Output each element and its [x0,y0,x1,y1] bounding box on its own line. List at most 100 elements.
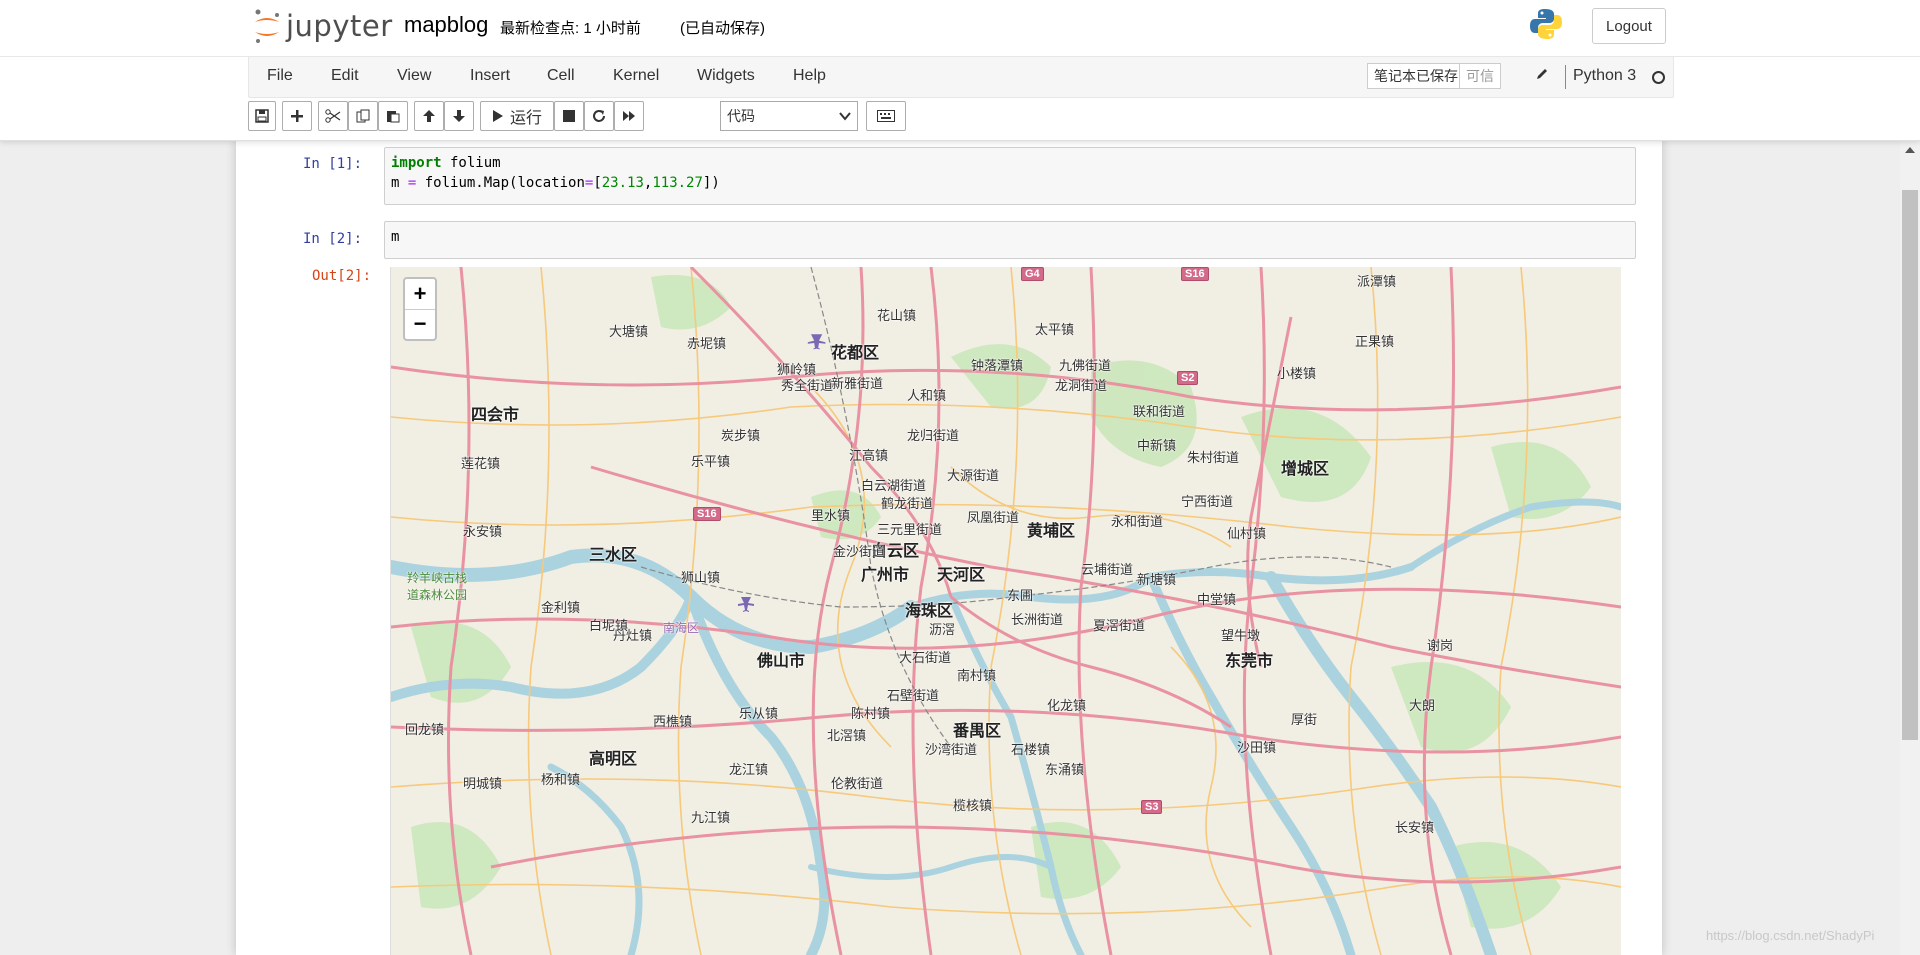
scrollbar-thumb[interactable] [1902,190,1918,740]
map-label: 明城镇 [463,776,503,791]
menu-help[interactable]: Help [793,67,826,85]
map-label: 龙归街道 [907,428,960,443]
menubar: File Edit View Insert Cell Kernel Widget… [248,56,1674,98]
notebook-header: jupyter mapblog 最新检查点: 1 小时前 (已自动保存) Log… [0,0,1920,141]
road-shield: S16 [693,507,721,521]
map-label: 秀全街道 [781,378,834,393]
map-label: 望牛墩 [1221,628,1261,643]
paste-icon [387,111,400,123]
python-logo-icon [1528,6,1564,47]
move-down-button[interactable] [444,101,474,131]
copy-button[interactable] [348,101,378,131]
insert-cell-button[interactable] [282,101,312,131]
cell-2-input[interactable]: m [384,221,1636,259]
map-label-zengcheng: 增城区 [1281,461,1330,478]
map-label: 云埔街道 [1081,562,1134,577]
map-label: 白云湖街道 [861,478,927,493]
vertical-scrollbar[interactable] [1900,140,1920,955]
map-label: 中堂镇 [1197,592,1237,607]
menu-view[interactable]: View [397,67,431,85]
play-icon [492,110,503,122]
map-label: 中新镇 [1137,438,1177,453]
map-label: 西樵镇 [653,714,693,729]
paste-button[interactable] [378,101,408,131]
map-label: 厚街 [1291,712,1318,727]
floppy-icon [255,109,269,123]
stop-icon [563,110,575,122]
pencil-icon[interactable] [1535,67,1549,86]
command-palette-button[interactable] [866,101,906,131]
jupyter-logo-icon [255,9,279,43]
copy-icon [356,109,370,123]
map-label: 乐从镇 [739,706,779,721]
scroll-up-arrow-icon[interactable] [1904,146,1916,154]
arrow-down-icon [453,110,465,122]
menu-kernel[interactable]: Kernel [613,67,659,85]
map-label: 榄核镇 [953,798,993,813]
map-label: 化龙镇 [1047,698,1087,713]
keyboard-icon [877,110,895,122]
map-label: 新雅街道 [831,376,884,391]
menu-cell[interactable]: Cell [547,67,575,85]
menu-file[interactable]: File [267,67,293,85]
interrupt-button[interactable] [554,101,584,131]
folium-map[interactable]: + − S16 S2 S3 G4 S16 广州市 天河区 海珠区 白云区 黄埔区… [390,267,1621,955]
map-label-huangpu: 黄埔区 [1027,523,1076,540]
kernel-name[interactable]: Python 3 [1573,67,1636,85]
code-line: import folium [391,155,501,171]
map-label: 太平镇 [1035,322,1075,337]
map-label: 龙洞街道 [1055,378,1108,393]
map-label: 朱村街道 [1187,450,1240,465]
code-line: m [391,229,400,245]
cut-button[interactable] [318,101,348,131]
map-label: 沙田镇 [1237,740,1277,755]
road-shield: S2 [1177,371,1199,385]
scissors-icon [325,109,341,123]
menu-insert[interactable]: Insert [470,67,510,85]
map-label: 大源街道 [947,468,1000,483]
map-label: 东圃 [1007,588,1034,603]
map-label: 派潭镇 [1357,274,1397,289]
jupyter-logo-text: jupyter [286,9,393,43]
map-label: 炭步镇 [721,428,761,443]
move-up-button[interactable] [414,101,444,131]
road-shield: G4 [1021,267,1044,281]
zoom-out-button[interactable]: − [405,309,435,339]
trusted-indicator[interactable]: 可信 [1459,63,1501,89]
menu-edit[interactable]: Edit [331,67,359,85]
map-label: 永和街道 [1111,514,1164,529]
logout-button[interactable]: Logout [1592,8,1666,44]
map-label: 石楼镇 [1011,742,1051,757]
map-label: 乐平镇 [691,454,731,469]
restart-button[interactable] [584,101,614,131]
run-label: 运行 [509,110,542,127]
road-shield: S16 [1181,267,1209,281]
map-label: 鹤龙街道 [881,496,934,511]
cell-1-input[interactable]: import folium m = folium.Map(location=[2… [384,147,1636,205]
map-label: 陈村镇 [851,706,891,721]
cell-1-prompt: In [1]: [303,156,363,172]
map-label: 长安镇 [1395,820,1435,835]
map-label: 人和镇 [907,388,947,403]
notebook-name[interactable]: mapblog [404,12,488,38]
map-label: 杨和镇 [541,772,581,787]
map-label: 谢岗 [1427,638,1454,653]
map-label: 南村镇 [957,668,997,683]
checkpoint-status: 最新检查点: 1 小时前 [500,20,641,37]
map-label: 金利镇 [541,600,581,615]
map-label-sanshui: 三水区 [589,547,638,564]
autosave-status: (已自动保存) [680,20,765,37]
save-button[interactable] [248,101,276,131]
run-button[interactable]: 运行 [480,101,554,131]
menu-widgets[interactable]: Widgets [697,67,755,85]
jupyter-logo[interactable]: jupyter [252,8,393,44]
zoom-in-button[interactable]: + [405,279,435,310]
map-label: 长洲街道 [1011,612,1064,627]
restart-run-all-button[interactable] [614,101,644,131]
map-label: 九江镇 [691,810,731,825]
map-label-dongguan: 东莞市 [1225,653,1274,670]
refresh-icon [593,110,605,122]
kernel-separator [1565,65,1566,89]
cell-type-select[interactable]: 代码 [720,101,858,131]
cell-2-prompt: In [2]: [303,231,363,247]
